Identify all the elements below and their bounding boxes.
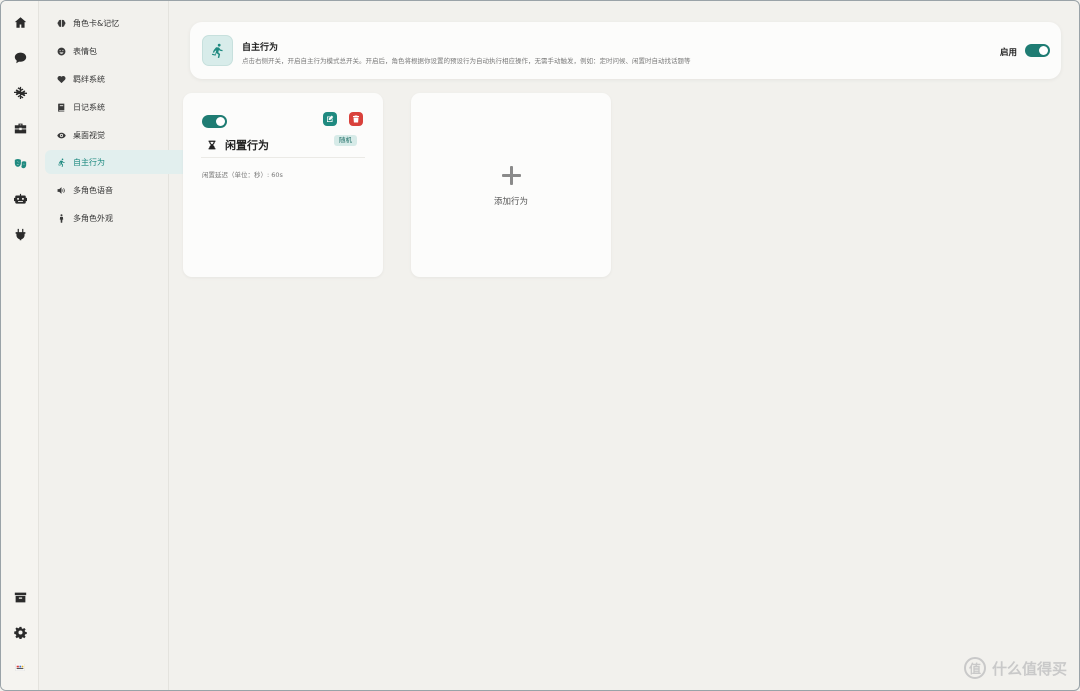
master-enable-toggle[interactable] — [1025, 44, 1050, 57]
behavior-card: 随机 闲置行为 闲置延迟（单位：秒）: 60s — [183, 93, 383, 277]
language-flag-icon[interactable] — [6, 654, 34, 682]
sidebar-item-label: 自主行为 — [73, 157, 105, 167]
behavior-title: 闲置行为 — [207, 137, 269, 153]
gear-icon[interactable] — [6, 618, 34, 646]
app-window: 角色卡&记忆 表情包 羁绊系统 日记系统 桌面视觉 自主行为 多角色语音 多角色… — [0, 0, 1080, 691]
icon-rail — [1, 1, 39, 690]
heart-icon — [57, 75, 66, 83]
brain-icon — [57, 19, 66, 27]
home-icon[interactable] — [6, 8, 34, 36]
behavior-enable-toggle[interactable] — [202, 115, 227, 128]
plug-icon[interactable] — [6, 220, 34, 248]
sidebar-item-stickers[interactable]: 表情包 — [45, 39, 199, 63]
sidebar-item-desktop-vision[interactable]: 桌面视觉 — [45, 123, 199, 147]
toolbox-icon[interactable] — [6, 114, 34, 142]
page-description: 点击右侧开关，开启自主行为模式总开关。开启后，角色将根据你设置的预设行为自动执行… — [242, 57, 691, 65]
add-behavior-label: 添加行为 — [493, 197, 528, 207]
snowflake-icon[interactable] — [6, 78, 34, 106]
sidebar-item-label: 角色卡&记忆 — [73, 18, 120, 28]
page-title: 自主行为 — [242, 43, 279, 53]
running-icon — [58, 157, 65, 167]
sidebar-item-bond-system[interactable]: 羁绊系统 — [45, 67, 199, 91]
sidebar-item-label: 日记系统 — [73, 102, 105, 112]
behavior-name: 闲置行为 — [225, 139, 269, 152]
sidebar-item-autonomous-behavior[interactable]: 自主行为 — [45, 150, 199, 174]
sidebar-item-label: 桌面视觉 — [73, 130, 105, 140]
watermark-logo-icon: 值 — [963, 657, 986, 679]
trigger-mode-badge: 随机 — [334, 135, 357, 146]
trash-icon — [353, 115, 359, 123]
chat-icon[interactable] — [6, 43, 34, 71]
sidebar-item-character-card-memory[interactable]: 角色卡&记忆 — [45, 11, 199, 35]
hourglass-icon — [208, 140, 216, 150]
divider — [201, 157, 365, 158]
plus-icon — [502, 166, 521, 185]
autonomous-behavior-header: 自主行为 点击右侧开关，开启自主行为模式总开关。开启后，角色将根据你设置的预设行… — [190, 22, 1061, 79]
archive-icon[interactable] — [6, 583, 34, 611]
add-behavior-card[interactable]: 添加行为 — [411, 93, 611, 277]
running-icon — [202, 35, 233, 66]
idle-delay-text: 闲置延迟（单位：秒）: 60s — [202, 171, 283, 179]
edit-icon — [327, 115, 334, 122]
enable-toggle-label: 启用 — [1000, 48, 1018, 58]
sidebar-item-label: 多角色外观 — [73, 213, 113, 223]
book-icon — [58, 103, 65, 112]
smile-icon — [57, 47, 66, 55]
sub-sidebar: 角色卡&记忆 表情包 羁绊系统 日记系统 桌面视觉 自主行为 多角色语音 多角色… — [39, 1, 199, 690]
speaker-icon — [57, 186, 65, 194]
robot-icon[interactable] — [6, 185, 34, 213]
eye-icon — [57, 132, 66, 138]
sidebar-item-label: 多角色语音 — [73, 185, 113, 195]
delete-button[interactable] — [349, 112, 363, 126]
watermark: 值 什么值得买 — [963, 657, 1067, 679]
sidebar-item-label: 表情包 — [73, 46, 97, 56]
sidebar-item-multi-character-appearance[interactable]: 多角色外观 — [45, 206, 199, 230]
sidebar-item-diary-system[interactable]: 日记系统 — [45, 95, 199, 119]
edit-button[interactable] — [323, 112, 337, 126]
theater-masks-icon[interactable] — [6, 149, 34, 177]
sidebar-item-multi-character-voice[interactable]: 多角色语音 — [45, 178, 199, 202]
sidebar-item-label: 羁绊系统 — [73, 74, 105, 84]
person-icon — [59, 213, 64, 223]
watermark-text: 什么值得买 — [991, 659, 1067, 678]
